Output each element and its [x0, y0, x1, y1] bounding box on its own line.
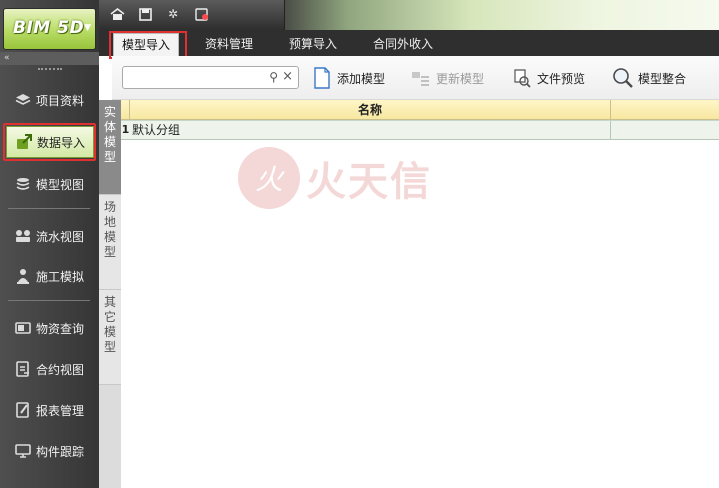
file-preview-icon — [511, 67, 533, 89]
chevron-down-icon: ▼ — [84, 23, 91, 33]
sidebar-item-material-query[interactable]: 物资查询 — [6, 312, 94, 344]
column-header-name[interactable]: 名称 — [130, 100, 611, 120]
grip-handle[interactable] — [38, 68, 62, 70]
model-merge-label: 模型整合 — [638, 71, 687, 86]
model-grid: 名称 1 默认分组 火 火天信 — [121, 100, 719, 488]
app-menu-button[interactable]: BIM 5D ▼ — [3, 8, 96, 50]
material-query-icon — [14, 319, 32, 337]
layers-icon — [14, 91, 32, 109]
tab-other-model[interactable]: 其它模型 — [99, 290, 121, 385]
update-model-button[interactable]: 更新模型 — [410, 65, 484, 91]
highlight-box-sidebar — [3, 123, 96, 161]
sidebar-divider — [8, 300, 90, 301]
collapse-icon[interactable]: « — [4, 52, 10, 65]
file-preview-button[interactable]: 文件预览 — [511, 65, 585, 91]
search-input[interactable] — [127, 68, 257, 88]
construction-sim-icon — [14, 267, 32, 285]
save-icon[interactable] — [137, 7, 153, 21]
add-model-label: 添加模型 — [337, 71, 386, 86]
export-icon[interactable] — [194, 7, 210, 21]
add-model-button[interactable]: 添加模型 — [311, 65, 385, 91]
vtab-label: 场地模型 — [104, 200, 117, 259]
model-view-icon — [14, 175, 32, 193]
highlight-box-tab — [109, 31, 187, 59]
settings-icon[interactable]: ✲ — [165, 7, 181, 21]
row-number: 1 — [121, 123, 130, 136]
flow-view-icon — [14, 227, 32, 245]
file-preview-label: 文件预览 — [537, 71, 586, 86]
sidebar-item-label: 流水视图 — [36, 229, 85, 244]
component-track-icon — [14, 442, 32, 460]
magnifier-icon — [612, 67, 634, 89]
tab-extra-contract-income[interactable]: 合同外收入 — [365, 33, 441, 56]
close-icon[interactable]: × — [282, 69, 293, 84]
sidebar-item-contract-view[interactable]: 合约视图 — [6, 353, 94, 385]
tab-entity-model[interactable]: 实体模型 — [99, 100, 121, 195]
search-box: ⚲ × — [122, 66, 299, 89]
sidebar-item-label: 模型视图 — [36, 177, 85, 192]
watermark: 火 火天信 — [238, 147, 432, 209]
sidebar-item-label: 合约视图 — [36, 362, 85, 377]
row-number-header — [121, 100, 130, 120]
sidebar-item-label: 构件跟踪 — [36, 444, 85, 459]
sidebar-item-construction-sim[interactable]: 施工模拟 — [6, 260, 94, 292]
sidebar-item-report-management[interactable]: 报表管理 — [6, 394, 94, 426]
row-name-cell[interactable]: 默认分组 — [131, 121, 611, 139]
sidebar-item-label: 施工模拟 — [36, 269, 85, 284]
ribbon-tabs: 模型导入 资料管理 预算导入 合同外收入 — [99, 30, 719, 56]
sidebar-item-project-data[interactable]: 项目资料 — [6, 84, 94, 116]
tab-site-model[interactable]: 场地模型 — [99, 195, 121, 290]
sidebar-item-flow-view[interactable]: 流水视图 — [6, 220, 94, 252]
sidebar-item-model-view[interactable]: 模型视图 — [6, 168, 94, 200]
sidebar-collapse-bar[interactable]: « — [0, 52, 99, 65]
quick-access-toolbar: ✲ — [99, 0, 285, 30]
grid-header: 名称 — [121, 100, 719, 120]
update-model-label: 更新模型 — [436, 71, 485, 86]
tab-budget-import[interactable]: 预算导入 — [281, 33, 345, 56]
watermark-logo: 火 — [238, 147, 300, 209]
add-model-icon — [311, 67, 333, 89]
home-icon[interactable] — [109, 7, 125, 21]
vtab-label: 其它模型 — [104, 295, 117, 354]
model-merge-button[interactable]: 模型整合 — [612, 65, 686, 91]
search-icon[interactable]: ⚲ — [269, 70, 278, 84]
update-model-icon — [410, 67, 432, 89]
table-row[interactable]: 1 默认分组 — [121, 120, 719, 140]
sidebar-item-label: 物资查询 — [36, 321, 85, 336]
report-icon — [14, 401, 32, 419]
title-bar: ✲ — [99, 0, 719, 30]
tab-document-management[interactable]: 资料管理 — [197, 33, 261, 56]
contract-view-icon — [14, 360, 32, 378]
toolbar: ⚲ × 添加模型 更新模型 文件预览 模型整合 — [112, 56, 719, 100]
app-logo: BIM 5D — [13, 18, 85, 38]
sidebar: BIM 5D ▼ « 项目资料 数据导入 模型视图 流水视图 施工模拟 物资查询… — [0, 0, 99, 488]
sidebar-item-component-tracking[interactable]: 构件跟踪 — [6, 435, 94, 467]
sidebar-item-label: 项目资料 — [36, 93, 85, 108]
watermark-text: 火天信 — [306, 159, 432, 205]
vtab-label: 实体模型 — [104, 105, 117, 164]
sidebar-item-label: 报表管理 — [36, 403, 85, 418]
sidebar-divider — [8, 208, 90, 209]
model-type-tabs: 实体模型 场地模型 其它模型 — [99, 100, 121, 488]
